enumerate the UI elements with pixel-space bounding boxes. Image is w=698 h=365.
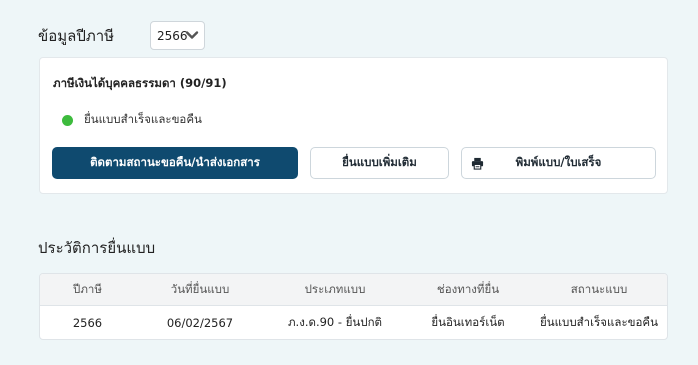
tax-form-card: ภาษีเงินได้บุคคลธรรมดา (90/91) ยื่นแบบสำ… bbox=[39, 57, 668, 194]
column-header-channel: ช่องทางที่ยื่น bbox=[436, 281, 500, 296]
table-header-row: ปีภาษี วันที่ยื่นแบบ ประเภทแบบ ช่องทางที… bbox=[40, 274, 667, 306]
tax-year-select[interactable]: 2566 bbox=[150, 21, 205, 50]
cell-form-type: ภ.ง.ด.90 - ยื่นปกติ bbox=[287, 314, 383, 329]
cell-channel: ยื่นอินเทอร์เน็ต bbox=[431, 314, 505, 329]
print-form-button[interactable]: พิมพ์แบบ/ใบเสร็จ bbox=[461, 147, 656, 179]
cell-tax-year: 2566 bbox=[72, 315, 103, 330]
cell-filing-date: 06/02/2567 bbox=[166, 315, 234, 330]
chevron-down-icon bbox=[185, 31, 199, 39]
additional-filing-button[interactable]: ยื่นแบบเพิ่มเติม bbox=[310, 147, 449, 179]
filing-history-title: ประวัติการยื่นแบบ bbox=[38, 239, 156, 257]
column-header-status: สถานะแบบ bbox=[570, 281, 628, 296]
cell-status: ยื่นแบบสำเร็จและขอคืน bbox=[540, 314, 658, 329]
additional-filing-button-label: ยื่นแบบเพิ่มเติม bbox=[342, 155, 417, 169]
column-header-form-type: ประเภทแบบ bbox=[304, 281, 366, 296]
print-form-button-label: พิมพ์แบบ/ใบเสร็จ bbox=[515, 155, 602, 169]
track-refund-button[interactable]: ติดตามสถานะขอคืน/นำส่งเอกสาร bbox=[52, 147, 298, 179]
table-row[interactable]: 2566 06/02/2567 ภ.ง.ด.90 - ยื่นปกติ ยื่น… bbox=[40, 306, 667, 339]
printer-icon bbox=[471, 157, 484, 170]
filing-status-text: ยื่นแบบสำเร็จและขอคืน bbox=[84, 112, 202, 126]
filing-history-table: ปีภาษี วันที่ยื่นแบบ ประเภทแบบ ช่องทางที… bbox=[39, 273, 668, 340]
tax-year-select-value: 2566 bbox=[157, 28, 188, 43]
track-refund-button-label: ติดตามสถานะขอคืน/นำส่งเอกสาร bbox=[90, 155, 260, 169]
column-header-tax-year: ปีภาษี bbox=[73, 281, 102, 296]
filing-status: ยื่นแบบสำเร็จและขอคืน bbox=[62, 111, 202, 129]
card-title: ภาษีเงินได้บุคคลธรรมดา (90/91) bbox=[53, 76, 227, 90]
column-header-filing-date: วันที่ยื่นแบบ bbox=[170, 281, 230, 296]
status-dot-icon bbox=[62, 114, 73, 126]
tax-year-section-title: ข้อมูลปีภาษี bbox=[38, 27, 115, 45]
